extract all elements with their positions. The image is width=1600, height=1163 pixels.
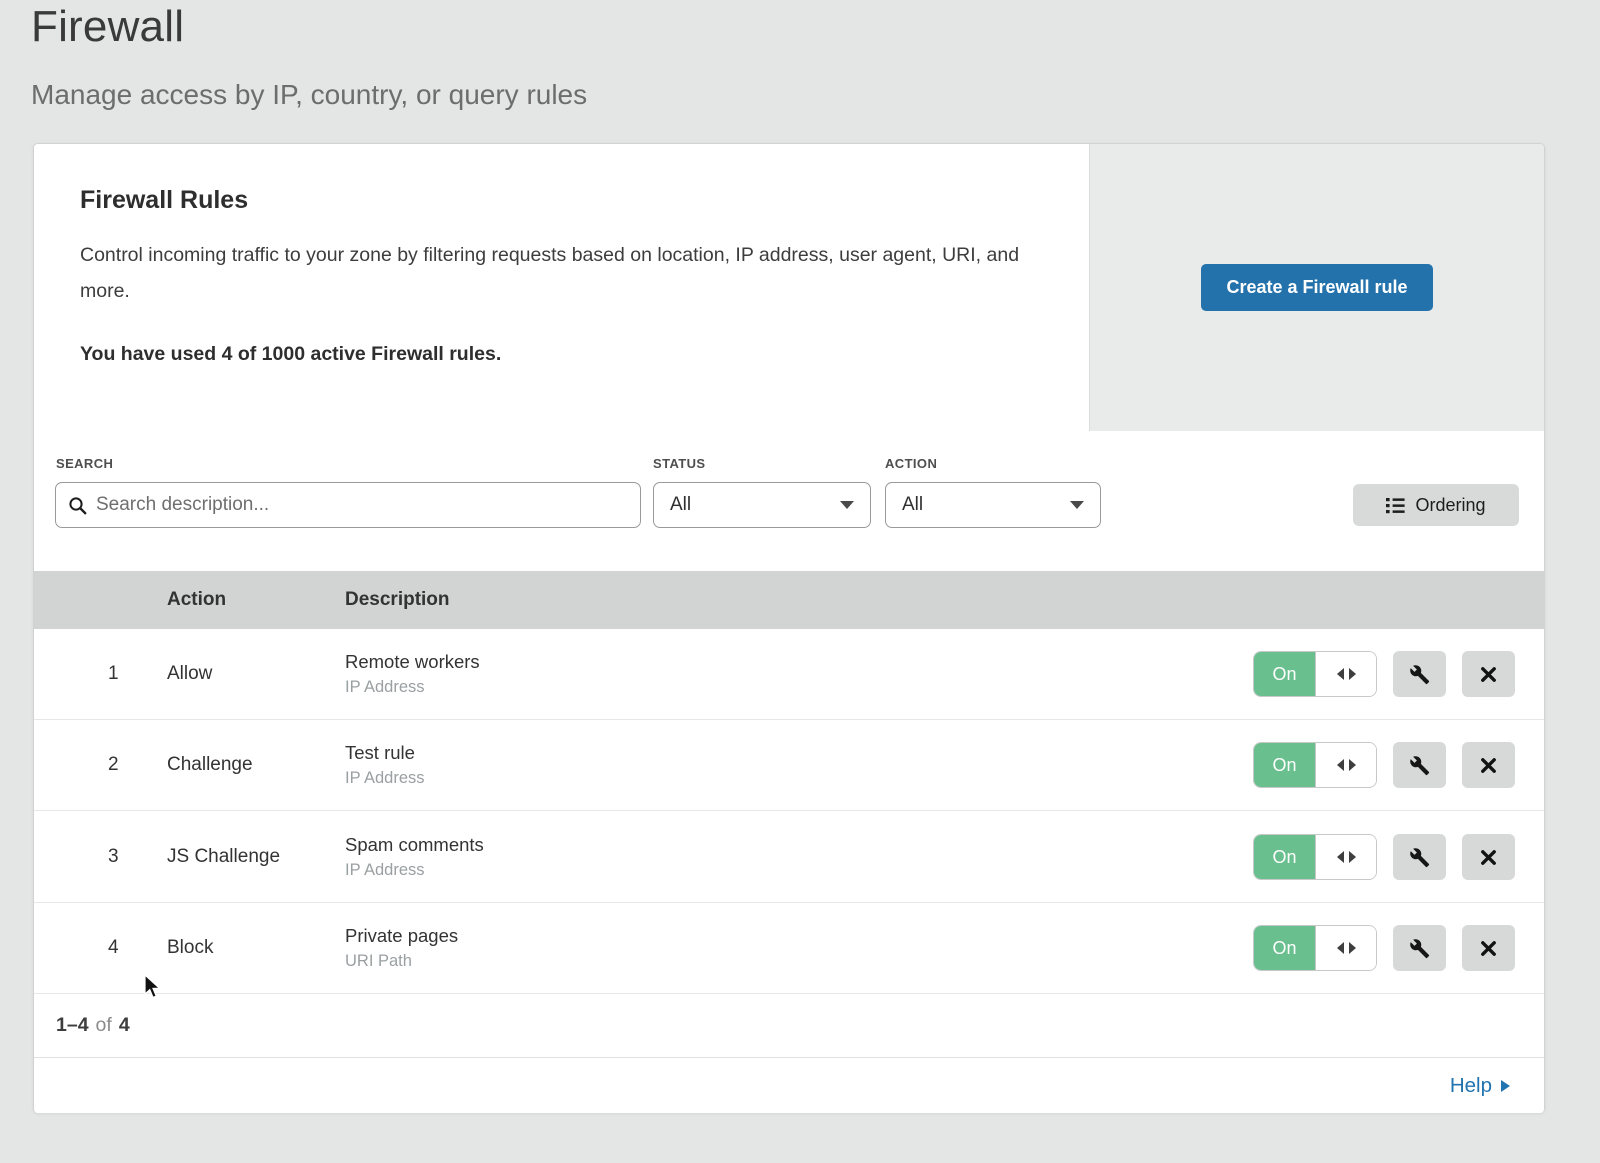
rule-description-cell: Spam comments IP Address xyxy=(345,834,1253,880)
hero-text-panel: Firewall Rules Control incoming traffic … xyxy=(34,144,1089,431)
rule-priority: 1 xyxy=(34,663,167,685)
create-firewall-rule-button[interactable]: Create a Firewall rule xyxy=(1201,264,1432,311)
table-header: Action Description xyxy=(34,571,1544,629)
rule-controls: On xyxy=(1253,925,1515,971)
firewall-rules-card: Firewall Rules Control incoming traffic … xyxy=(33,143,1545,1113)
rule-controls: On xyxy=(1253,742,1515,788)
ordering-button[interactable]: Ordering xyxy=(1353,484,1519,526)
edit-rule-button[interactable] xyxy=(1393,742,1446,788)
ordered-list-icon xyxy=(1386,497,1405,514)
rule-match-type: IP Address xyxy=(345,861,1253,880)
toggle-on-label: On xyxy=(1254,926,1315,970)
rule-action: Block xyxy=(167,937,345,959)
delete-rule-button[interactable] xyxy=(1462,651,1515,697)
close-icon xyxy=(1479,665,1498,684)
pagination-summary: 1–4 of 4 xyxy=(34,994,1544,1057)
rule-priority: 3 xyxy=(34,846,167,868)
action-label: ACTION xyxy=(885,456,937,471)
rule-enabled-toggle[interactable]: On xyxy=(1253,742,1377,788)
wrench-icon xyxy=(1409,664,1430,685)
hero-description: Control incoming traffic to your zone by… xyxy=(80,237,1030,309)
ordering-button-label: Ordering xyxy=(1415,495,1485,516)
action-select[interactable]: All xyxy=(885,482,1101,528)
help-link-label: Help xyxy=(1450,1074,1492,1098)
search-box xyxy=(55,482,641,528)
close-icon xyxy=(1479,939,1498,958)
rule-description: Test rule xyxy=(345,742,1253,764)
rule-controls: On xyxy=(1253,834,1515,880)
description-column-header: Description xyxy=(345,589,1544,611)
toggle-arrows-icon xyxy=(1315,743,1376,787)
rule-controls: On xyxy=(1253,651,1515,697)
status-select[interactable]: All xyxy=(653,482,871,528)
rule-action: Allow xyxy=(167,663,345,685)
rule-match-type: URI Path xyxy=(345,952,1253,971)
table-row: 3 JS Challenge Spam comments IP Address … xyxy=(34,812,1544,903)
card-footer: Help xyxy=(34,1057,1544,1113)
rule-enabled-toggle[interactable]: On xyxy=(1253,651,1377,697)
wrench-icon xyxy=(1409,938,1430,959)
hero-usage-text: You have used 4 of 1000 active Firewall … xyxy=(80,343,1049,366)
hero-heading: Firewall Rules xyxy=(80,186,1049,215)
rule-description-cell: Private pages URI Path xyxy=(345,925,1253,971)
rule-enabled-toggle[interactable]: On xyxy=(1253,925,1377,971)
arrow-right-icon xyxy=(1501,1080,1510,1092)
chevron-down-icon xyxy=(840,501,854,509)
table-row: 2 Challenge Test rule IP Address On xyxy=(34,720,1544,811)
results-total: 4 xyxy=(119,1014,130,1037)
action-column-header: Action xyxy=(167,589,345,611)
toggle-arrows-icon xyxy=(1315,835,1376,879)
search-label: SEARCH xyxy=(56,456,113,471)
chevron-down-icon xyxy=(1070,501,1084,509)
search-icon xyxy=(68,496,87,515)
search-input[interactable] xyxy=(96,494,628,516)
toggle-arrows-icon xyxy=(1315,926,1376,970)
rule-description-cell: Remote workers IP Address xyxy=(345,651,1253,697)
edit-rule-button[interactable] xyxy=(1393,651,1446,697)
rule-priority: 4 xyxy=(34,937,167,959)
rule-match-type: IP Address xyxy=(345,769,1253,788)
delete-rule-button[interactable] xyxy=(1462,925,1515,971)
results-range: 1–4 xyxy=(56,1014,89,1037)
toggle-on-label: On xyxy=(1254,835,1315,879)
toggle-arrows-icon xyxy=(1315,652,1376,696)
wrench-icon xyxy=(1409,847,1430,868)
edit-rule-button[interactable] xyxy=(1393,925,1446,971)
firewall-rules-hero: Firewall Rules Control incoming traffic … xyxy=(34,144,1544,431)
rule-action: Challenge xyxy=(167,754,345,776)
delete-rule-button[interactable] xyxy=(1462,834,1515,880)
rule-enabled-toggle[interactable]: On xyxy=(1253,834,1377,880)
rule-description: Spam comments xyxy=(345,834,1253,856)
table-row: 1 Allow Remote workers IP Address On xyxy=(34,629,1544,720)
help-link[interactable]: Help xyxy=(1450,1074,1510,1098)
toggle-on-label: On xyxy=(1254,743,1315,787)
status-label: STATUS xyxy=(653,456,705,471)
rule-match-type: IP Address xyxy=(345,678,1253,697)
delete-rule-button[interactable] xyxy=(1462,742,1515,788)
edit-rule-button[interactable] xyxy=(1393,834,1446,880)
action-select-value: All xyxy=(902,494,923,516)
rule-action: JS Challenge xyxy=(167,846,345,868)
page-subtitle: Manage access by IP, country, or query r… xyxy=(31,79,587,111)
rule-description: Private pages xyxy=(345,925,1253,947)
close-icon xyxy=(1479,756,1498,775)
rule-description: Remote workers xyxy=(345,651,1253,673)
wrench-icon xyxy=(1409,755,1430,776)
status-select-value: All xyxy=(670,494,691,516)
hero-action-panel: Create a Firewall rule xyxy=(1089,144,1544,431)
results-of-label: of xyxy=(96,1014,112,1037)
rule-priority: 2 xyxy=(34,754,167,776)
toggle-on-label: On xyxy=(1254,652,1315,696)
table-row: 4 Block Private pages URI Path On xyxy=(34,903,1544,994)
page-title: Firewall xyxy=(31,2,184,52)
rule-description-cell: Test rule IP Address xyxy=(345,742,1253,788)
close-icon xyxy=(1479,848,1498,867)
